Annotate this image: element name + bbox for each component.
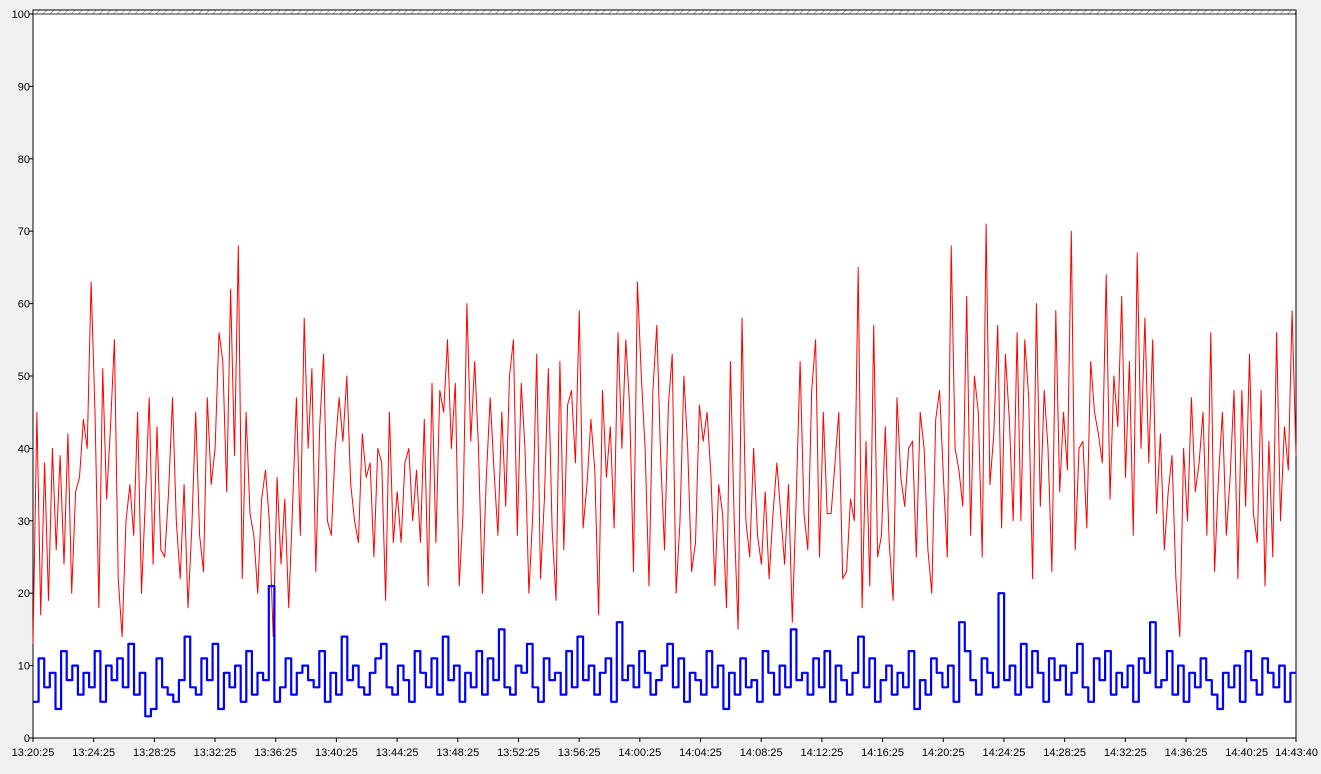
x-tick-label: 14:08:25: [740, 747, 783, 759]
x-tick-label: 14:28:25: [1043, 747, 1086, 759]
x-tick-label: 14:32:25: [1104, 747, 1147, 759]
x-axis-ticks: 13:20:25 13:24:25 13:28:25 13:32:25 13:36:25…: [12, 738, 1318, 759]
x-tick-label: 14:20:25: [922, 747, 965, 759]
x-tick-label: 13:20:25: [12, 747, 55, 759]
y-tick-label: 10: [18, 661, 30, 673]
x-tick-label: 13:48:25: [436, 747, 479, 759]
y-tick-label: 80: [18, 154, 30, 166]
x-tick-label: 13:32:25: [194, 747, 237, 759]
y-tick-label: 60: [18, 299, 30, 311]
x-tick-label: 13:40:25: [315, 747, 358, 759]
x-tick-label: 13:24:25: [72, 747, 115, 759]
y-tick-label: 90: [18, 81, 30, 93]
x-tick-label: 14:24:25: [983, 747, 1026, 759]
y-tick-label: 20: [18, 588, 30, 600]
x-tick-label: 14:36:25: [1165, 747, 1208, 759]
y-tick-label: 70: [18, 226, 30, 238]
x-tick-label: 14:43:40: [1275, 747, 1318, 759]
y-tick-label: 50: [18, 371, 30, 383]
y-tick-label: 100: [12, 9, 30, 21]
x-tick-label: 14:04:25: [679, 747, 722, 759]
x-tick-label: 14:12:25: [800, 747, 843, 759]
x-tick-label: 13:28:25: [133, 747, 176, 759]
x-tick-label: 13:56:25: [558, 747, 601, 759]
chart-window: 0 10 20 30 40 50 60 70 80 90 100 13:20:25 13:24:25 1…: [0, 0, 1321, 774]
y-tick-label: 40: [18, 443, 30, 455]
y-axis-ticks: 0 10 20 30 40 50 60 70 80 90 100: [12, 9, 33, 745]
x-tick-label: 14:00:25: [618, 747, 661, 759]
y-tick-label: 0: [24, 733, 30, 745]
top-hatch-band: [32, 9, 1297, 15]
x-tick-label: 13:52:25: [497, 747, 540, 759]
x-tick-label: 14:16:25: [861, 747, 904, 759]
y-tick-label: 30: [18, 516, 30, 528]
x-tick-label: 13:36:25: [254, 747, 297, 759]
x-tick-label: 14:40:25: [1225, 747, 1268, 759]
x-tick-label: 13:44:25: [376, 747, 419, 759]
plot-area: [32, 9, 1297, 739]
line-chart: 0102030405060708090100 13:20:25 13:24:25 1…: [12, 9, 1318, 759]
